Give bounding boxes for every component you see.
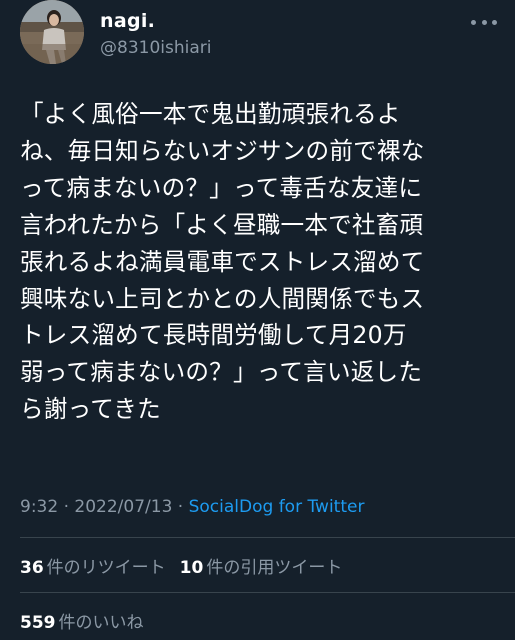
quote-tweets-label: 件の引用ツイート [206, 558, 343, 578]
tweet-time[interactable]: 9:32 [20, 497, 58, 517]
tweet-source-link[interactable]: SocialDog for Twitter [189, 497, 365, 517]
retweets-label: 件のリツイート [46, 558, 166, 578]
more-horizontal-icon-dot [481, 19, 487, 25]
retweets-stat[interactable]: 36 件のリツイート [20, 553, 166, 578]
tweet-text-line: ら謝ってきた [20, 395, 161, 424]
profile-photo [20, 0, 84, 64]
display-name[interactable]: nagi. [100, 10, 155, 32]
likes-count: 559 [20, 613, 56, 633]
tweet-text-line: 張れるよね満員電車でストレス溜めて [20, 247, 425, 276]
divider [20, 592, 515, 593]
meta-separator: · [58, 497, 75, 517]
tweet-text-line: って病まないの？」って毒舌な友達に [20, 173, 423, 202]
tweet-text-line: ね、毎日知らないオジサンの前で裸な [20, 136, 425, 165]
engagement-stats-row: 36 件のリツイート 10 件の引用ツイート [20, 553, 342, 578]
tweet-header: nagi. @8310ishiari [0, 0, 515, 80]
avatar[interactable] [20, 0, 84, 64]
quote-tweets-count: 10 [179, 558, 204, 578]
tweet-text-line: トレス溜めて長時間労働して月20万 [20, 321, 407, 350]
likes-label: 件のいいね [58, 613, 144, 633]
tweet-text-line: 興味ない上司とかとの人間関係でもス [20, 284, 425, 313]
likes-stats-row: 559 件のいいね [20, 608, 144, 633]
tweet-text-line: 言われたから「よく昼職一本で社畜頑 [20, 210, 424, 239]
retweets-count: 36 [20, 558, 44, 578]
more-horizontal-icon-dot [492, 19, 497, 25]
tweet-meta: 9:32 · 2022/07/13 · SocialDog for Twitte… [20, 497, 364, 517]
meta-separator: · [172, 497, 189, 517]
likes-stat[interactable]: 559 件のいいね [20, 608, 144, 633]
tweet-text-line: 「よく風俗一本で鬼出勤頑張れるよ [20, 100, 401, 128]
divider [20, 537, 515, 538]
more-horizontal-icon [471, 19, 476, 25]
more-options-button[interactable] [471, 12, 497, 32]
username-handle[interactable]: @8310ishiari [100, 38, 211, 58]
tweet-date[interactable]: 2022/07/13 [74, 497, 172, 517]
quote-tweets-stat[interactable]: 10 件の引用ツイート [180, 553, 343, 578]
tweet-text-line: 弱って病まないの？」って言い返した [20, 358, 423, 387]
tweet-text: 「よく風俗一本で鬼出勤頑張れるよ ね、毎日知らないオジサンの前で裸な って病まな… [20, 96, 500, 428]
